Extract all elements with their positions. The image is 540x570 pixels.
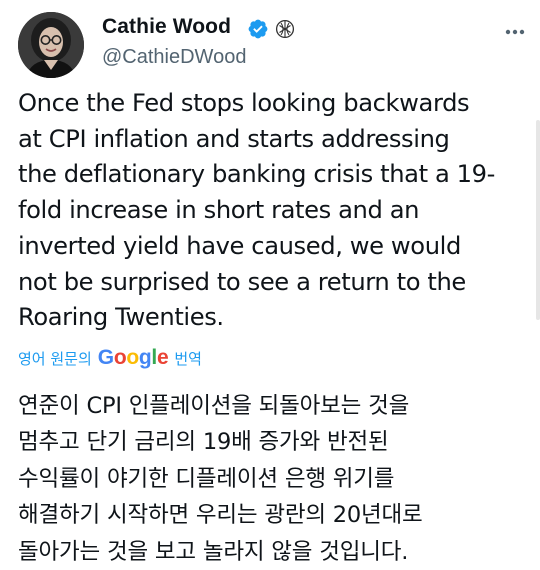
tweet-text: Once the Fed stops looking backwards at … — [18, 89, 495, 332]
more-options-icon[interactable] — [500, 22, 530, 42]
author-handle[interactable]: @CathieDWood — [102, 46, 246, 69]
translation-prefix[interactable]: 영어 원문의 — [18, 348, 92, 369]
translation-suffix[interactable]: 번역 — [174, 348, 202, 369]
tweet-header: Cathie Wood @CathieDWood — [0, 0, 540, 92]
affiliation-badge-icon[interactable] — [275, 19, 295, 39]
google-letter: e — [156, 346, 169, 369]
google-logo: Google — [98, 346, 169, 370]
translated-tweet-text: 연준이 CPI 인플레이션을 되돌아보는 것을 멈추고 단기 금리의 19배 증… — [18, 393, 423, 565]
google-letter: o — [126, 346, 139, 369]
scrollbar-thumb[interactable] — [536, 120, 540, 320]
translation-attribution[interactable]: 영어 원문의 Google 번역 — [18, 345, 202, 371]
google-letter: g — [138, 346, 152, 369]
google-letter: G — [97, 346, 114, 369]
google-letter: o — [113, 346, 127, 369]
avatar[interactable] — [18, 12, 84, 78]
scrollbar[interactable] — [536, 0, 540, 569]
author-name[interactable]: Cathie Wood — [102, 15, 231, 39]
verified-badge-icon[interactable] — [247, 18, 269, 40]
avatar-image — [18, 12, 84, 78]
